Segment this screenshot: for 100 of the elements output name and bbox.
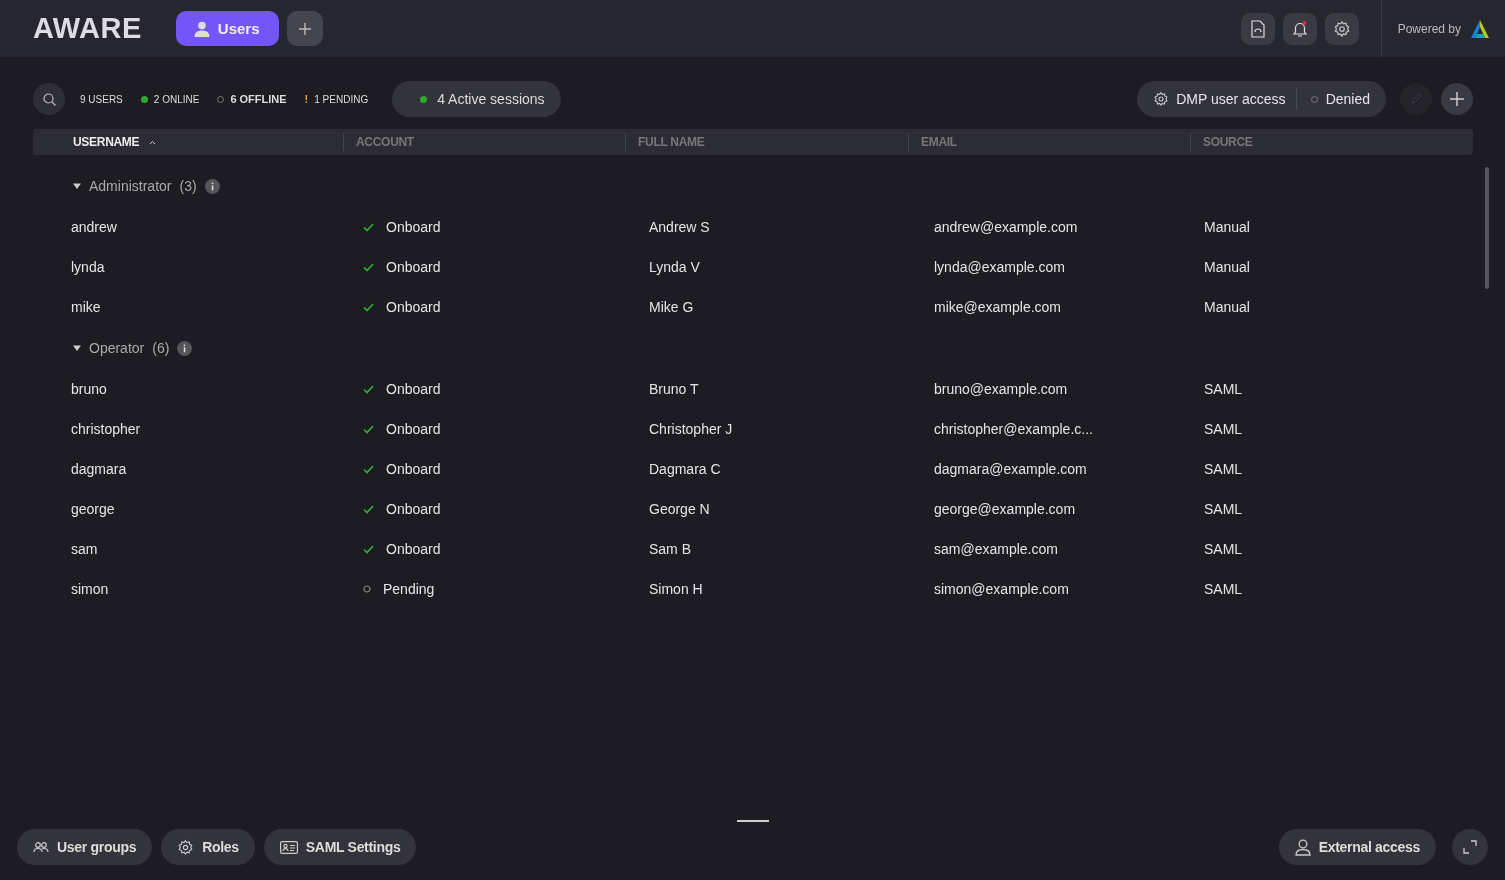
info-icon <box>204 178 220 194</box>
username-cell-text: lynda <box>70 259 106 275</box>
status-filter[interactable]: 9 USERS <box>80 93 123 105</box>
sessions-label: 4 Active sessions <box>437 91 545 107</box>
scrollbar[interactable] <box>1485 167 1489 289</box>
status-filter[interactable]: 2 ONLINE <box>140 93 200 105</box>
plus-icon <box>1450 92 1464 106</box>
pencil-icon <box>1410 93 1422 105</box>
check-icon <box>363 262 374 272</box>
email-cell-text: christopher@example.c... <box>934 421 1094 437</box>
people-icon <box>33 841 49 853</box>
search-button[interactable] <box>33 83 65 115</box>
notifications-button[interactable] <box>1282 12 1317 45</box>
settings-button[interactable] <box>1324 12 1359 45</box>
check-icon <box>363 302 374 312</box>
person-icon <box>1294 838 1311 856</box>
full-name-cell-text: Simon H <box>648 581 704 597</box>
username-cell-text: bruno <box>70 381 108 397</box>
pending-mark: ! <box>304 93 309 105</box>
footer-button[interactable]: Roles <box>161 829 255 865</box>
triangle-logo-icon <box>1469 18 1491 39</box>
bell-icon <box>1290 19 1309 38</box>
full-name-cell-text: Lynda V <box>648 259 701 275</box>
account-status: Onboard <box>386 259 441 275</box>
group-name: Administrator <box>89 178 172 194</box>
users-tab[interactable]: Users <box>175 11 279 46</box>
email-cell-text: george@example.com <box>934 501 1077 517</box>
full-name-cell-text: Andrew S <box>648 219 711 235</box>
username-cell-text: sam <box>70 541 99 557</box>
check-icon <box>363 544 374 554</box>
email-cell-text: lynda@example.com <box>934 259 1066 275</box>
info-icon <box>177 340 193 356</box>
account-status: Onboard <box>386 421 441 437</box>
username-cell-text: dagmara <box>70 461 128 477</box>
source-cell-text: SAML <box>1204 581 1244 597</box>
settings-icon <box>177 838 195 856</box>
account-status: Onboard <box>386 381 441 397</box>
username-cell-text: andrew <box>70 219 118 235</box>
full-name-cell-text: Bruno T <box>648 381 700 397</box>
source-cell-text: SAML <box>1204 541 1244 557</box>
source-cell-text: SAML <box>1204 461 1244 477</box>
source-cell-text: SAML <box>1204 421 1244 437</box>
add-tab-button[interactable] <box>286 11 323 46</box>
group-name: Operator <box>89 340 145 356</box>
plus-icon <box>298 22 311 35</box>
add-button[interactable] <box>1441 83 1473 115</box>
account-status: Onboard <box>386 501 441 517</box>
settings-icon <box>1153 91 1170 107</box>
check-icon <box>363 504 374 514</box>
footer-button[interactable]: User groups <box>17 829 153 865</box>
access-status: Denied <box>1325 91 1370 107</box>
source-cell-text: SAML <box>1204 381 1244 397</box>
check-icon <box>363 222 374 232</box>
active-sessions-badge[interactable]: 4 Active sessions <box>392 81 561 117</box>
powered-by-label: Powered by <box>1397 21 1461 36</box>
full-name-cell-text: George N <box>648 501 711 517</box>
username-cell-text: george <box>70 501 116 517</box>
account-status: Onboard <box>386 299 441 315</box>
email-cell-text: dagmara@example.com <box>934 461 1088 477</box>
user-icon <box>193 20 210 37</box>
email-cell-text: bruno@example.com <box>934 381 1069 397</box>
settings-icon <box>1332 19 1351 38</box>
source-cell-text: Manual <box>1204 259 1251 275</box>
account-status: Onboard <box>386 461 441 477</box>
check-icon <box>363 384 374 394</box>
full-name-cell-text: Christopher J <box>648 421 734 437</box>
search-icon <box>42 92 56 106</box>
email-cell-text: sam@example.com <box>934 541 1059 557</box>
source-cell-text: Manual <box>1204 219 1251 235</box>
footer-button[interactable]: External access <box>1278 829 1436 865</box>
id-card-icon <box>279 840 298 854</box>
group-count: (3) <box>179 178 197 194</box>
account-status: Onboard <box>386 541 441 557</box>
pending-circle-icon <box>363 585 371 593</box>
document-icon <box>1250 19 1265 38</box>
app-logo: AWARE <box>33 12 142 45</box>
full-name-cell-text: Dagmara C <box>648 461 722 477</box>
expand-triangle-icon[interactable] <box>73 344 81 352</box>
session-dot-icon <box>420 95 428 103</box>
check-icon <box>363 424 374 434</box>
email-cell-text: andrew@example.com <box>934 219 1079 235</box>
status-filter[interactable]: 6 OFFLINE <box>217 93 287 105</box>
username-cell-text: mike <box>70 299 102 315</box>
document-button[interactable] <box>1240 12 1275 45</box>
expand-button[interactable] <box>1452 829 1488 865</box>
column-header[interactable]: USERNAME <box>33 133 343 151</box>
expand-triangle-icon[interactable] <box>73 182 81 190</box>
username-cell-text: simon <box>70 581 110 597</box>
expand-icon <box>1463 840 1477 854</box>
dmp-access-control[interactable]: DMP user access Denied <box>1137 81 1386 117</box>
account-status: Onboard <box>386 219 441 235</box>
dmp-label: DMP user access <box>1176 91 1286 107</box>
full-name-cell-text: Sam B <box>648 541 692 557</box>
footer-button[interactable]: SAML Settings <box>263 829 417 865</box>
full-name-cell-text: Mike G <box>648 299 695 315</box>
drag-handle[interactable] <box>737 820 769 822</box>
sort-caret-icon <box>149 139 157 145</box>
status-filter[interactable]: ! 1 PENDING <box>304 93 369 105</box>
group-count: (6) <box>152 340 170 356</box>
online-dot-icon <box>140 95 148 103</box>
